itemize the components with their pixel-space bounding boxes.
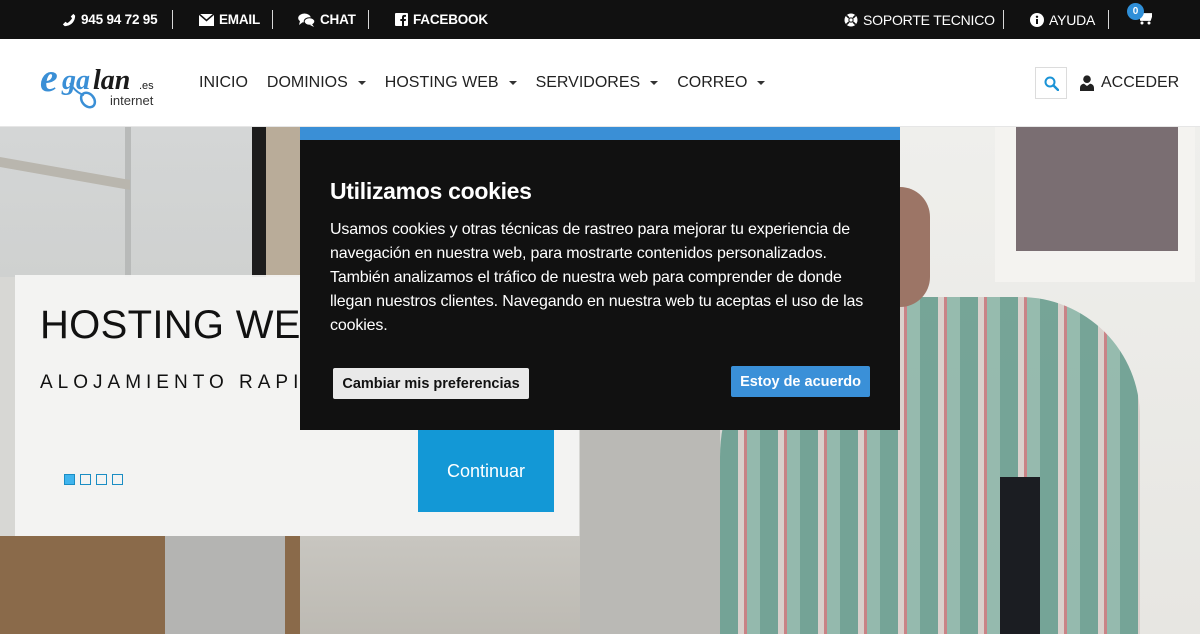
login-link[interactable]: ACCEDER: [1080, 39, 1179, 127]
hero-background-middle: [580, 427, 720, 634]
change-preferences-button[interactable]: Cambiar mis preferencias: [333, 368, 529, 399]
divider: [1003, 10, 1004, 29]
nav-label: DOMINIOS: [266, 74, 348, 91]
cookie-consent-dialog: Utilizamos cookies Usamos cookies y otra…: [300, 127, 900, 430]
facebook-label: FACEBOOK: [413, 12, 488, 27]
slide-dot-2[interactable]: [80, 474, 91, 485]
user-icon: [1080, 75, 1094, 91]
hero-subtitle: ALOJAMIENTO RAPIDO: [40, 372, 342, 393]
chat-label: CHAT: [320, 12, 356, 27]
slider-pagination: [64, 474, 128, 485]
chat-link[interactable]: CHAT: [298, 0, 356, 39]
facebook-link[interactable]: FACEBOOK: [395, 0, 488, 39]
accept-cookies-button[interactable]: Estoy de acuerdo: [731, 366, 870, 397]
svg-text:e: e: [40, 55, 58, 100]
nav-inicio[interactable]: INICIO: [199, 74, 248, 92]
life-ring-icon: [844, 13, 858, 26]
divider: [368, 10, 369, 29]
support-label: SOPORTE TECNICO: [863, 11, 995, 28]
hero-background-picture: [1016, 127, 1178, 251]
cookie-title: Utilizamos cookies: [330, 178, 532, 204]
cart-button[interactable]: 0: [1127, 0, 1158, 39]
cart-count-badge: 0: [1127, 3, 1144, 20]
divider: [272, 10, 273, 29]
caret-down-icon: [650, 81, 659, 85]
phone-link[interactable]: 945 94 72 95: [62, 0, 158, 39]
main-nav: INICIO DOMINIOS HOSTING WEB SERVIDORES C…: [199, 39, 784, 127]
phone-number: 945 94 72 95: [81, 12, 158, 27]
divider: [1108, 10, 1109, 29]
phone-icon: [62, 13, 76, 26]
help-label: AYUDA: [1049, 11, 1096, 28]
slide-dot-3[interactable]: [96, 474, 107, 485]
nav-dominios[interactable]: DOMINIOS: [267, 74, 366, 92]
hero-title: HOSTING WEB: [40, 303, 328, 347]
search-icon: [1044, 76, 1059, 91]
support-link[interactable]: SOPORTE TECNICO: [844, 0, 995, 39]
top-bar: 945 94 72 95 EMAIL CHAT FACEBOOK SOPORTE…: [0, 0, 1200, 39]
nav-label: CORREO: [677, 74, 748, 91]
caret-down-icon: [357, 81, 366, 85]
svg-text:internet: internet: [110, 93, 154, 108]
nav-label: HOSTING WEB: [384, 74, 499, 91]
nav-correo[interactable]: CORREO: [677, 74, 766, 92]
hero-background-chair: [1000, 477, 1040, 634]
svg-text:.es: .es: [139, 80, 154, 92]
svg-text:lan: lan: [93, 65, 130, 96]
slide-dot-1[interactable]: [64, 474, 75, 485]
nav-label: INICIO: [199, 74, 248, 91]
hero-background-door: [252, 127, 266, 277]
hero-background-monitor: [165, 536, 285, 634]
envelope-icon: [199, 13, 214, 26]
cookie-description: Usamos cookies y otras técnicas de rastr…: [330, 221, 864, 334]
main-header: e ga lan .es internet INICIO DOMINIOS HO…: [0, 39, 1200, 127]
login-label: ACCEDER: [1101, 74, 1180, 91]
search-button[interactable]: [1035, 67, 1067, 99]
egalan-logo[interactable]: e ga lan .es internet: [40, 53, 165, 113]
email-link[interactable]: EMAIL: [199, 0, 260, 39]
divider: [172, 10, 173, 29]
continue-button[interactable]: Continuar: [418, 430, 554, 512]
email-label: EMAIL: [219, 12, 260, 27]
hero-background-wall: [266, 127, 300, 277]
nav-servidores[interactable]: SERVIDORES: [536, 74, 659, 92]
nav-hosting-web[interactable]: HOSTING WEB: [385, 74, 517, 92]
nav-label: SERVIDORES: [535, 74, 641, 91]
help-link[interactable]: AYUDA: [1030, 0, 1095, 39]
slide-dot-4[interactable]: [112, 474, 123, 485]
facebook-icon: [395, 13, 408, 26]
info-icon: [1030, 12, 1044, 27]
logo-mark: e ga lan .es internet: [40, 55, 154, 109]
caret-down-icon: [508, 81, 517, 85]
chat-icon: [298, 13, 315, 27]
caret-down-icon: [757, 81, 766, 85]
hero-background-window-frame: [125, 127, 131, 277]
